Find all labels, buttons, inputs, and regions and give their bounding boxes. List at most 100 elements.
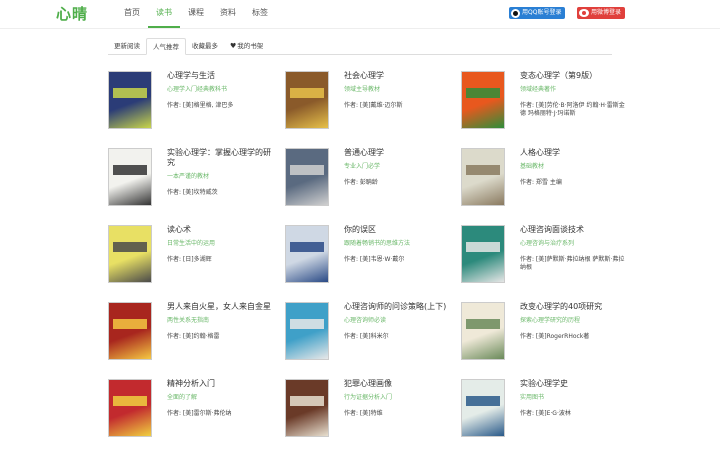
- book-title[interactable]: 实验心理学：掌握心理学的研究: [167, 148, 272, 168]
- book-subtitle: 基础教材: [520, 163, 545, 170]
- book-cover[interactable]: [285, 379, 329, 437]
- book-author: 作者: 彭聃龄: [344, 179, 378, 186]
- qq-login-button[interactable]: 用QQ账号登录: [509, 7, 566, 19]
- weibo-login-label: 用微博登录: [591, 9, 622, 16]
- book-item[interactable]: 男人来自火星，女人来自金星 两性关系无指南作者: [美]约翰·格雷: [108, 302, 278, 372]
- nav-resources[interactable]: 资料: [212, 0, 244, 28]
- book-subtitle: 一本严谨的教材: [167, 173, 210, 180]
- book-cover[interactable]: [108, 302, 152, 360]
- tab-my-bookshelf[interactable]: ♥我的书架: [224, 38, 269, 54]
- book-author: 作者: [美]萨默斯·弗拉纳根 萨默斯·弗拉纳根: [520, 256, 625, 271]
- weibo-icon: [579, 9, 589, 17]
- book-author: 作者: [日]多湖辉: [167, 256, 212, 263]
- book-subtitle: 心理咨询师必读: [344, 317, 387, 324]
- tab-popular[interactable]: 人气推荐: [146, 38, 186, 55]
- book-subtitle: 探索心理学研究的历程: [520, 317, 581, 324]
- book-author: 作者: [美]约翰·格雷: [167, 333, 220, 340]
- site-logo[interactable]: 心晴: [56, 3, 88, 24]
- book-author: 作者: [美]RogerRHock著: [520, 333, 590, 340]
- book-info: 普通心理学 专业入门必学 作者: 彭聃龄: [344, 148, 449, 187]
- book-item[interactable]: 心理咨询师的问诊策略(上下) 心理咨询师必读 作者: [美]科米尔: [285, 302, 455, 372]
- top-navbar: 心晴 首页 读书 课程 资料 标签 用QQ账号登录 用微博登录: [0, 0, 720, 29]
- book-title[interactable]: 精神分析入门: [167, 379, 272, 389]
- book-info: 改变心理学的40项研究 探索心理学研究的历程作者: [美]RogerRHock著: [520, 302, 625, 341]
- tab-my-bookshelf-label: 我的书架: [237, 42, 264, 50]
- book-item[interactable]: 普通心理学 专业入门必学 作者: 彭聃龄: [285, 148, 455, 218]
- book-cover[interactable]: [285, 302, 329, 360]
- book-info: 犯罪心理画像 行为证据分析入门 作者: [美]特维: [344, 379, 449, 418]
- book-item[interactable]: 精神分析入门 全面的了解 作者: [美]雷尔斯·弗伦纳: [108, 379, 278, 449]
- book-cover[interactable]: [108, 379, 152, 437]
- book-info: 精神分析入门 全面的了解 作者: [美]雷尔斯·弗伦纳: [167, 379, 272, 418]
- book-item[interactable]: 心理学与生活 心理学入门经典教科书 作者: [美]格里格, 津巴多: [108, 71, 278, 141]
- book-cover[interactable]: [108, 71, 152, 129]
- book-title[interactable]: 心理学与生活: [167, 71, 272, 81]
- book-subtitle: 两性关系无指南: [167, 317, 210, 324]
- book-cover[interactable]: [461, 71, 505, 129]
- book-item[interactable]: 犯罪心理画像 行为证据分析入门 作者: [美]特维: [285, 379, 455, 449]
- heart-icon: ♥: [230, 42, 237, 50]
- qq-login-label: 用QQ账号登录: [522, 9, 562, 16]
- cover-title-band: [466, 396, 500, 406]
- tab-latest[interactable]: 更新阅读: [108, 38, 146, 54]
- book-title[interactable]: 实验心理学史: [520, 379, 625, 389]
- book-subtitle: 全面的了解: [167, 394, 198, 401]
- book-item[interactable]: 改变心理学的40项研究 探索心理学研究的历程作者: [美]RogerRHock著: [461, 302, 631, 372]
- book-cover[interactable]: [285, 71, 329, 129]
- book-item[interactable]: 心理咨询面谈技术 心理咨询与治疗系列 作者: [美]萨默斯·弗拉纳根 萨默斯·弗拉纳…: [461, 225, 631, 295]
- cover-title-band: [466, 242, 500, 252]
- book-title[interactable]: 普通心理学: [344, 148, 449, 158]
- book-item[interactable]: 社会心理学 领域主导教材 作者: [美]戴维·迈尔斯: [285, 71, 455, 141]
- nav-courses[interactable]: 课程: [180, 0, 212, 28]
- cover-title-band: [290, 242, 324, 252]
- book-title[interactable]: 犯罪心理画像: [344, 379, 449, 389]
- nav-home[interactable]: 首页: [116, 0, 148, 28]
- book-cover[interactable]: [461, 148, 505, 206]
- nav-tags[interactable]: 标签: [244, 0, 276, 28]
- book-item[interactable]: 人格心理学 基础教材 作者: 郑雪 主编: [461, 148, 631, 218]
- book-title[interactable]: 改变心理学的40项研究: [520, 302, 625, 312]
- book-title[interactable]: 你的误区: [344, 225, 449, 235]
- book-author: 作者: [美]E·G·波林: [520, 410, 571, 417]
- book-item[interactable]: 你的误区 跟随着畅销书的思维方法 作者: [美]韦恩·W·戴尔: [285, 225, 455, 295]
- book-cover[interactable]: [461, 379, 505, 437]
- cover-title-band: [290, 88, 324, 98]
- book-item[interactable]: 变态心理学（第9版） 领域经典著作 作者: [美]劳伦·B·阿洛伊 约翰·H·雷斯金…: [461, 71, 631, 141]
- book-subtitle: 行为证据分析入门: [344, 394, 393, 401]
- book-cover[interactable]: [285, 225, 329, 283]
- book-title[interactable]: 心理咨询师的问诊策略(上下): [344, 302, 449, 312]
- tab-most-collected[interactable]: 收藏最多: [186, 38, 224, 54]
- book-info: 读心术 日常生活中的运用 作者: [日]多湖辉: [167, 225, 272, 264]
- book-author: 作者: [美]科米尔: [344, 333, 389, 340]
- book-title[interactable]: 读心术: [167, 225, 272, 235]
- book-item[interactable]: 实验心理学史 实用图书作者: [美]E·G·波林: [461, 379, 631, 449]
- book-info: 社会心理学 领域主导教材 作者: [美]戴维·迈尔斯: [344, 71, 449, 110]
- cover-title-band: [290, 165, 324, 175]
- book-title[interactable]: 男人来自火星，女人来自金星: [167, 302, 272, 312]
- book-subtitle: 跟随着畅销书的思维方法: [344, 240, 411, 247]
- book-info: 实验心理学：掌握心理学的研究 一本严谨的教材 作者: [美]坎特威茨: [167, 148, 272, 197]
- book-item[interactable]: 实验心理学：掌握心理学的研究 一本严谨的教材 作者: [美]坎特威茨: [108, 148, 278, 218]
- cover-title-band: [290, 396, 324, 406]
- book-info: 实验心理学史 实用图书作者: [美]E·G·波林: [520, 379, 625, 418]
- book-cover[interactable]: [461, 225, 505, 283]
- book-author: 作者: [美]劳伦·B·阿洛伊 约翰·H·雷斯金德 玛格丽特·J·玛诺斯: [520, 102, 625, 117]
- book-cover[interactable]: [108, 148, 152, 206]
- book-subtitle: 实用图书: [520, 394, 545, 401]
- book-title[interactable]: 变态心理学（第9版）: [520, 71, 625, 81]
- book-cover[interactable]: [461, 302, 505, 360]
- cover-title-band: [466, 88, 500, 98]
- cover-title-band: [113, 319, 147, 329]
- book-item[interactable]: 读心术 日常生活中的运用 作者: [日]多湖辉: [108, 225, 278, 295]
- cover-title-band: [113, 165, 147, 175]
- weibo-login-button[interactable]: 用微博登录: [577, 7, 626, 19]
- nav-reading[interactable]: 读书: [148, 0, 180, 28]
- book-cover[interactable]: [285, 148, 329, 206]
- book-cover[interactable]: [108, 225, 152, 283]
- cover-title-band: [113, 88, 147, 98]
- book-title[interactable]: 心理咨询面谈技术: [520, 225, 625, 235]
- book-info: 你的误区 跟随着畅销书的思维方法 作者: [美]韦恩·W·戴尔: [344, 225, 449, 264]
- book-title[interactable]: 社会心理学: [344, 71, 449, 81]
- book-tabs: 更新阅读 人气推荐 收藏最多 ♥我的书架: [108, 38, 612, 55]
- book-title[interactable]: 人格心理学: [520, 148, 625, 158]
